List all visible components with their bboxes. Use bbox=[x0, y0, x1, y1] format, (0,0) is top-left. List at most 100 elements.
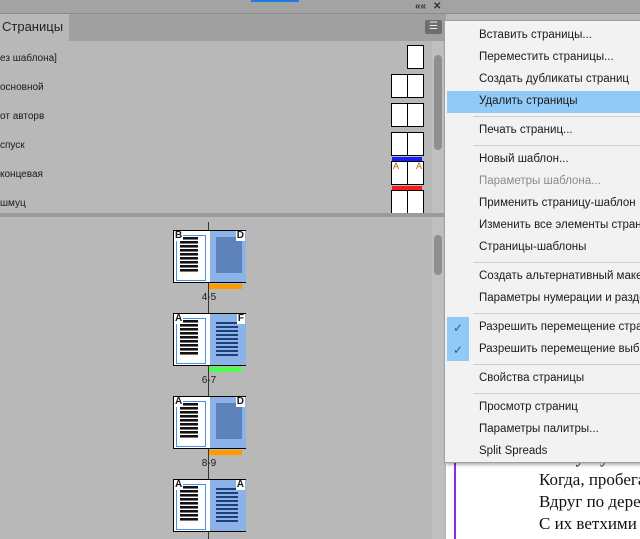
menu-item[interactable]: Печать страниц... bbox=[445, 120, 640, 142]
master-page-thumbnail[interactable]: A bbox=[407, 161, 424, 185]
master-item[interactable]: концевая A A bbox=[0, 161, 430, 190]
menu-item[interactable]: Страницы-шаблоны bbox=[445, 237, 640, 259]
color-label-bar bbox=[209, 450, 242, 455]
checkmark-icon: ✓ bbox=[447, 339, 469, 361]
left-master-prefix: A bbox=[174, 396, 184, 407]
menu-item[interactable]: Переместить страницы... bbox=[445, 47, 640, 69]
master-page-thumbnail[interactable] bbox=[391, 74, 408, 98]
checkmark-icon: ✓ bbox=[447, 317, 469, 339]
menu-item[interactable]: Создать дубликаты страниц bbox=[445, 69, 640, 91]
menu-item-label: Изменить все элементы страниц bbox=[479, 219, 640, 231]
menu-separator bbox=[473, 364, 640, 365]
master-item[interactable]: спуск bbox=[0, 132, 430, 161]
master-page-thumbnail[interactable] bbox=[407, 190, 424, 214]
text-block bbox=[180, 320, 198, 356]
active-indicator bbox=[251, 0, 299, 2]
master-page-thumbnail[interactable] bbox=[407, 132, 424, 156]
right-master-prefix: A bbox=[235, 479, 245, 490]
master-label: от авторв bbox=[0, 111, 45, 122]
spread-label: 8-9 bbox=[201, 458, 217, 469]
master-page-thumbnail[interactable] bbox=[407, 103, 424, 127]
menu-item[interactable]: Свойства страницы bbox=[445, 368, 640, 390]
menu-item[interactable]: Split Spreads bbox=[445, 441, 640, 463]
master-page-thumbnail[interactable] bbox=[407, 74, 424, 98]
master-label: концевая bbox=[0, 169, 43, 180]
menu-item-label: Новый шаблон... bbox=[479, 153, 569, 165]
master-page-thumbnail[interactable] bbox=[391, 190, 408, 214]
master-label: шмуц bbox=[0, 198, 26, 209]
menu-separator bbox=[473, 393, 640, 394]
panel-header: Страницы bbox=[0, 14, 446, 41]
menu-item-label: Создать альтернативный макет bbox=[479, 270, 640, 282]
menu-item-label: Применить страницу-шаблон bbox=[479, 197, 636, 209]
left-master-prefix: A bbox=[174, 313, 184, 324]
master-item[interactable]: основной bbox=[0, 74, 430, 102]
menu-item-label: Переместить страницы... bbox=[479, 51, 614, 63]
menu-item[interactable]: ✓ Разрешить перемещение выбранного развор… bbox=[445, 339, 640, 361]
menu-item[interactable]: Изменить все элементы страниц bbox=[445, 215, 640, 237]
master-page-thumbnail[interactable]: A bbox=[391, 161, 408, 185]
menu-item[interactable]: Применить страницу-шаблон bbox=[445, 193, 640, 215]
menu-item-label: Вставить страницы... bbox=[479, 29, 592, 41]
menu-separator bbox=[473, 145, 640, 146]
panel-divider[interactable] bbox=[0, 213, 444, 217]
menu-item-label: Split Spreads bbox=[479, 445, 548, 457]
menu-separator bbox=[473, 116, 640, 117]
master-label: ез шаблона] bbox=[0, 53, 57, 64]
master-label: основной bbox=[0, 82, 44, 93]
menu-item[interactable]: Удалить страницы bbox=[447, 91, 640, 113]
top-strip: «« ✕ bbox=[0, 0, 640, 14]
menu-item-label: Свойства страницы bbox=[479, 372, 585, 384]
menu-item[interactable]: Параметры нумерации и разделов bbox=[445, 288, 640, 310]
master-page-thumbnail[interactable] bbox=[391, 103, 408, 127]
menu-item-label: Страницы-шаблоны bbox=[479, 241, 587, 253]
menu-item[interactable]: Новый шаблон... bbox=[445, 149, 640, 171]
text-block bbox=[216, 322, 238, 356]
master-page-thumbnail[interactable] bbox=[391, 132, 408, 156]
spread-label: 4-5 bbox=[201, 292, 217, 303]
menu-item-label: Просмотр страниц bbox=[479, 401, 578, 413]
menu-item-label: Параметры шаблона... bbox=[479, 175, 601, 187]
collapse-icon[interactable]: «« bbox=[415, 1, 426, 12]
menu-item[interactable]: ✓ Разрешить перемещение страниц bbox=[445, 317, 640, 339]
menu-separator bbox=[473, 313, 640, 314]
master-page-thumbnail[interactable] bbox=[407, 45, 424, 69]
masters-scrollbar[interactable] bbox=[432, 41, 444, 213]
right-master-prefix: F bbox=[236, 313, 245, 324]
page-spread[interactable]: BD bbox=[173, 230, 246, 283]
panel-menu-button[interactable]: ☰ bbox=[425, 20, 442, 34]
document-text-line: Когда, пробегая bbox=[539, 470, 640, 489]
document-text-line: Вдруг по деревне bbox=[539, 492, 640, 511]
menu-item-label: Параметры нумерации и разделов bbox=[479, 292, 640, 304]
menu-item-label: Создать дубликаты страниц bbox=[479, 73, 630, 85]
pages-scrollbar[interactable] bbox=[432, 217, 444, 539]
menu-item[interactable]: Просмотр страниц bbox=[445, 397, 640, 419]
master-prefix: A bbox=[416, 161, 423, 171]
menu-item-label: Печать страниц... bbox=[479, 124, 573, 136]
master-label: спуск bbox=[0, 140, 25, 151]
menu-item[interactable]: Создать альтернативный макет bbox=[445, 266, 640, 288]
page-spread[interactable]: AA bbox=[173, 479, 246, 532]
menu-item-label: Разрешить перемещение выбранного разворо… bbox=[479, 343, 640, 355]
master-item[interactable]: от авторв bbox=[0, 103, 430, 131]
menu-separator bbox=[473, 262, 640, 263]
left-master-prefix: A bbox=[174, 479, 184, 490]
right-master-prefix: D bbox=[235, 396, 245, 407]
image-block bbox=[216, 403, 242, 439]
close-icon[interactable]: ✕ bbox=[433, 1, 441, 12]
color-label-bar bbox=[209, 284, 242, 289]
masters-list: ез шаблона] основной от авторв спуск концева… bbox=[0, 41, 432, 214]
menu-item[interactable]: Параметры палитры... bbox=[445, 419, 640, 441]
page-spread[interactable]: AF bbox=[173, 313, 246, 366]
master-item[interactable]: ез шаблона] bbox=[0, 45, 430, 73]
tab-pages[interactable]: Страницы bbox=[0, 14, 69, 41]
menu-item: Параметры шаблона... bbox=[445, 171, 640, 193]
spread-label: 6-7 bbox=[201, 375, 217, 386]
menu-item[interactable]: Вставить страницы... bbox=[445, 25, 640, 47]
master-prefix: A bbox=[393, 161, 400, 171]
page-spread[interactable]: AD bbox=[173, 396, 246, 449]
panel-context-menu: Вставить страницы... Переместить страницы… bbox=[444, 20, 640, 463]
menu-item-label: Разрешить перемещение страниц bbox=[479, 321, 640, 333]
text-block bbox=[180, 486, 198, 522]
color-label-bar bbox=[209, 367, 242, 372]
